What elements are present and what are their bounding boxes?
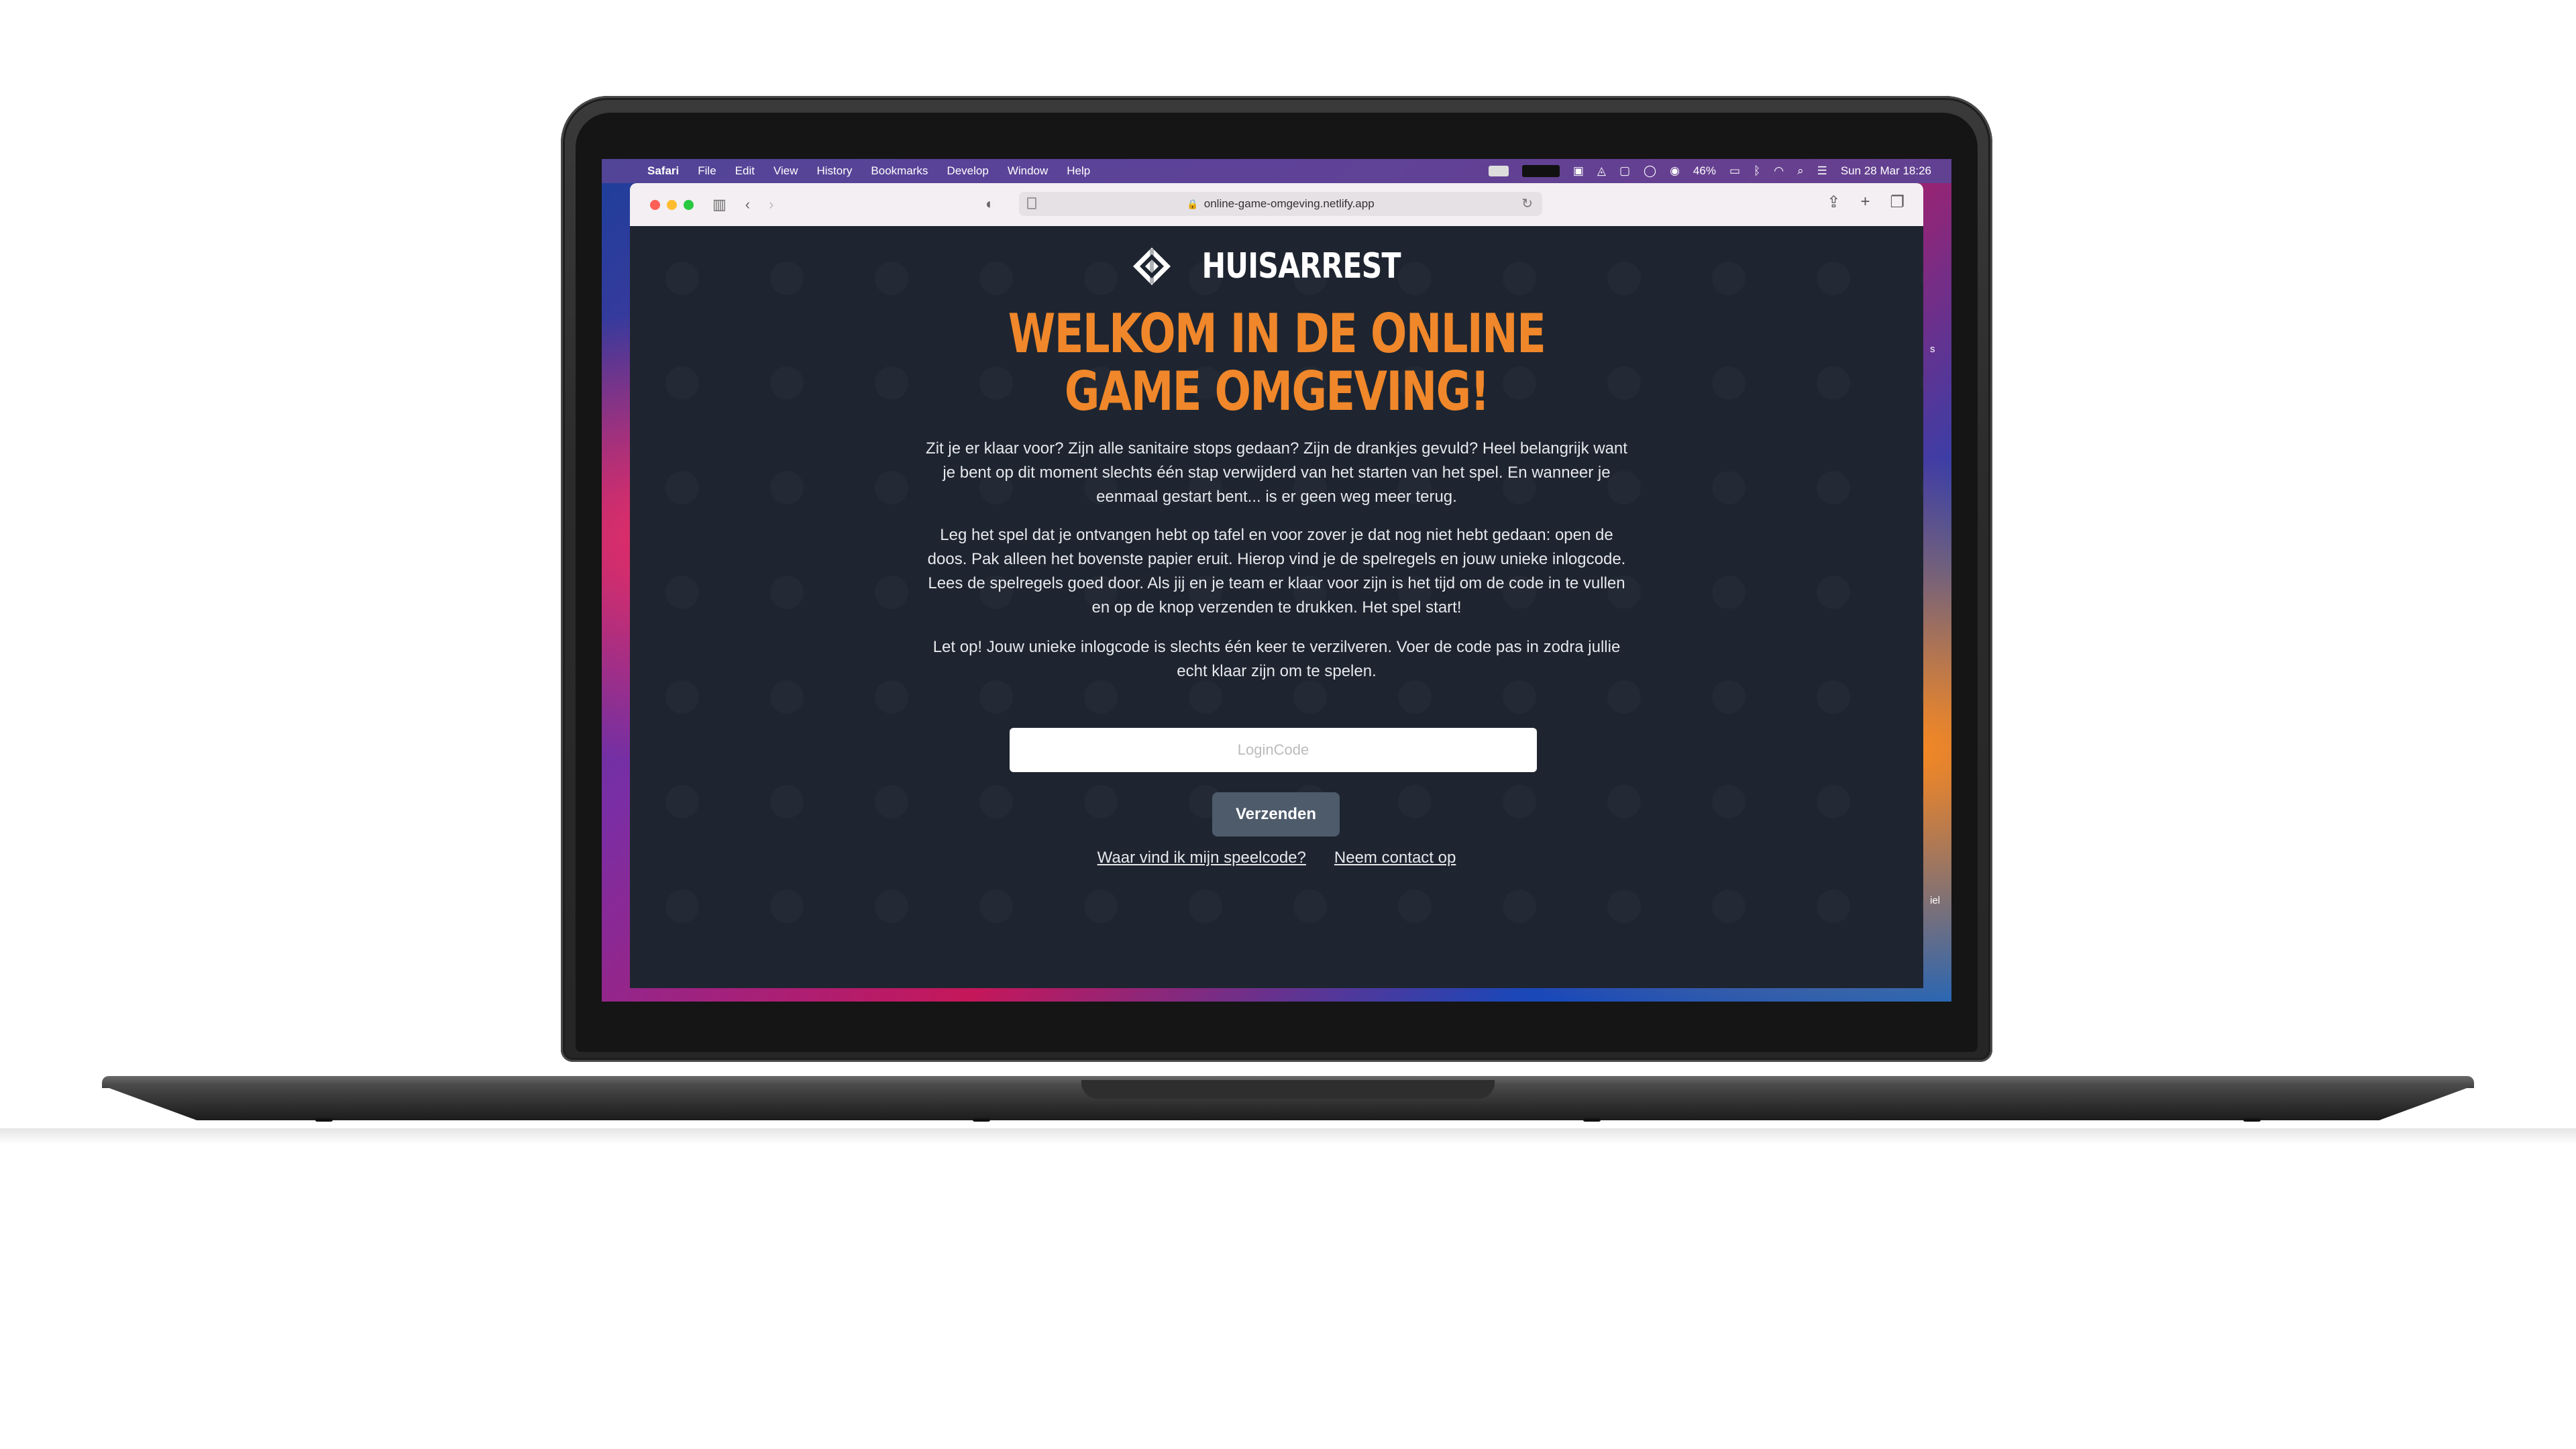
safari-window: ▥ ‹ › ◐ 🔒 online-game-omgeving.netlify.a…: [630, 183, 1923, 988]
trackpad-notch: [1081, 1080, 1495, 1099]
reload-icon[interactable]: ↻: [1521, 195, 1533, 212]
game-login-page: HUISARREST WELKOM IN DE ONLINE GAME OMGE…: [630, 226, 1923, 988]
window-icon[interactable]: ▢: [1619, 164, 1630, 178]
desktop-fragment-mark: s: [1930, 343, 1935, 355]
battery-percentage: 46%: [1693, 164, 1716, 177]
intro-paragraph: Zit je er klaar voor? Zijn alle sanitair…: [926, 439, 1627, 506]
forward-icon[interactable]: ›: [769, 197, 773, 212]
menu-develop[interactable]: Develop: [947, 164, 988, 178]
fullscreen-window-button[interactable]: [684, 199, 694, 210]
macos-menu-bar: Safari File Edit View History Bookmarks …: [602, 159, 1951, 183]
tab-overview-icon[interactable]: ❐: [1890, 193, 1904, 212]
safari-toolbar: ▥ ‹ › ◐ 🔒 online-game-omgeving.netlify.a…: [630, 183, 1923, 226]
laptop-foot: [973, 1118, 990, 1122]
logo-text: HUISARREST: [1201, 246, 1401, 286]
menu-view[interactable]: View: [773, 164, 798, 178]
window-controls: [650, 199, 694, 210]
help-links: Waar vind ik mijn speelcode? Neem contac…: [630, 849, 1923, 867]
wifi-icon[interactable]: ◠: [1774, 164, 1784, 178]
desktop-fragment-text: iel: [1930, 895, 1941, 906]
lock-icon: 🔒: [1187, 198, 1199, 209]
control-center-icon[interactable]: ☰: [1817, 164, 1827, 178]
page-title: WELKOM IN DE ONLINE GAME OMGEVING!: [630, 305, 1923, 421]
menu-file[interactable]: File: [698, 164, 716, 178]
bluetooth-icon[interactable]: ᛒ: [1754, 164, 1760, 178]
status-item-dark-icon[interactable]: [1521, 165, 1560, 177]
logo-icon: [1133, 248, 1171, 285]
menu-help[interactable]: Help: [1067, 164, 1090, 178]
submit-button[interactable]: Verzenden: [1212, 792, 1340, 837]
laptop-screen: Safari File Edit View History Bookmarks …: [602, 159, 1951, 1002]
privacy-shield-icon[interactable]: ◐: [985, 195, 994, 213]
laptop-foot: [1583, 1118, 1601, 1122]
site-logo: HUISARREST: [630, 246, 1923, 286]
status-item-icon[interactable]: [1488, 166, 1509, 176]
menu-bar-clock[interactable]: Sun 28 Mar 18:26: [1841, 164, 1931, 178]
back-icon[interactable]: ‹: [745, 197, 750, 212]
warning-paragraph: Let op! Jouw unieke inlogcode is slechts…: [932, 638, 1621, 680]
toolbar-actions: ⇪ + ❐: [1827, 193, 1904, 212]
new-tab-icon[interactable]: +: [1860, 193, 1870, 212]
sidebar-toggle-icon[interactable]: ▥: [712, 197, 727, 212]
control-icon[interactable]: ◬: [1597, 164, 1606, 178]
menu-bookmarks[interactable]: Bookmarks: [871, 164, 928, 178]
menu-bar-status: ▣ ◬ ▢ ◯ ◉ 46% ▭ ᛒ ◠ ⌕ ☰ Sun 28 Mar 18:26: [1488, 164, 1931, 178]
share-icon[interactable]: ⇪: [1827, 193, 1840, 212]
menu-history[interactable]: History: [817, 164, 853, 178]
page-title-line2: GAME OMGEVING!: [1064, 360, 1490, 423]
url-text: online-game-omgeving.netlify.app: [1203, 197, 1375, 210]
laptop-foot: [315, 1118, 333, 1122]
instructions-paragraph: Leg het spel dat je ontvangen hebt op ta…: [927, 526, 1626, 616]
spotlight-search-icon[interactable]: ⌕: [1797, 164, 1804, 178]
message-icon[interactable]: ◯: [1644, 164, 1656, 178]
close-window-button[interactable]: [650, 199, 660, 210]
address-bar[interactable]: 🔒 online-game-omgeving.netlify.app ↻: [1019, 192, 1542, 216]
page-title-line1: WELKOM IN DE ONLINE: [1008, 303, 1546, 365]
minimize-window-button[interactable]: [667, 199, 677, 210]
menu-edit[interactable]: Edit: [735, 164, 755, 178]
menu-app-name[interactable]: Safari: [647, 164, 679, 178]
login-code-input[interactable]: [1010, 728, 1537, 772]
find-code-link[interactable]: Waar vind ik mijn speelcode?: [1097, 849, 1306, 867]
laptop-foot: [2243, 1118, 2261, 1122]
record-icon[interactable]: ◉: [1670, 164, 1680, 178]
page-icon: [1027, 197, 1036, 209]
menu-window[interactable]: Window: [1008, 164, 1048, 178]
battery-icon[interactable]: ▭: [1729, 164, 1740, 178]
status-item-icon[interactable]: ▣: [1573, 164, 1584, 178]
contact-link[interactable]: Neem contact op: [1334, 849, 1456, 867]
floor-shadow: [0, 1128, 2576, 1144]
